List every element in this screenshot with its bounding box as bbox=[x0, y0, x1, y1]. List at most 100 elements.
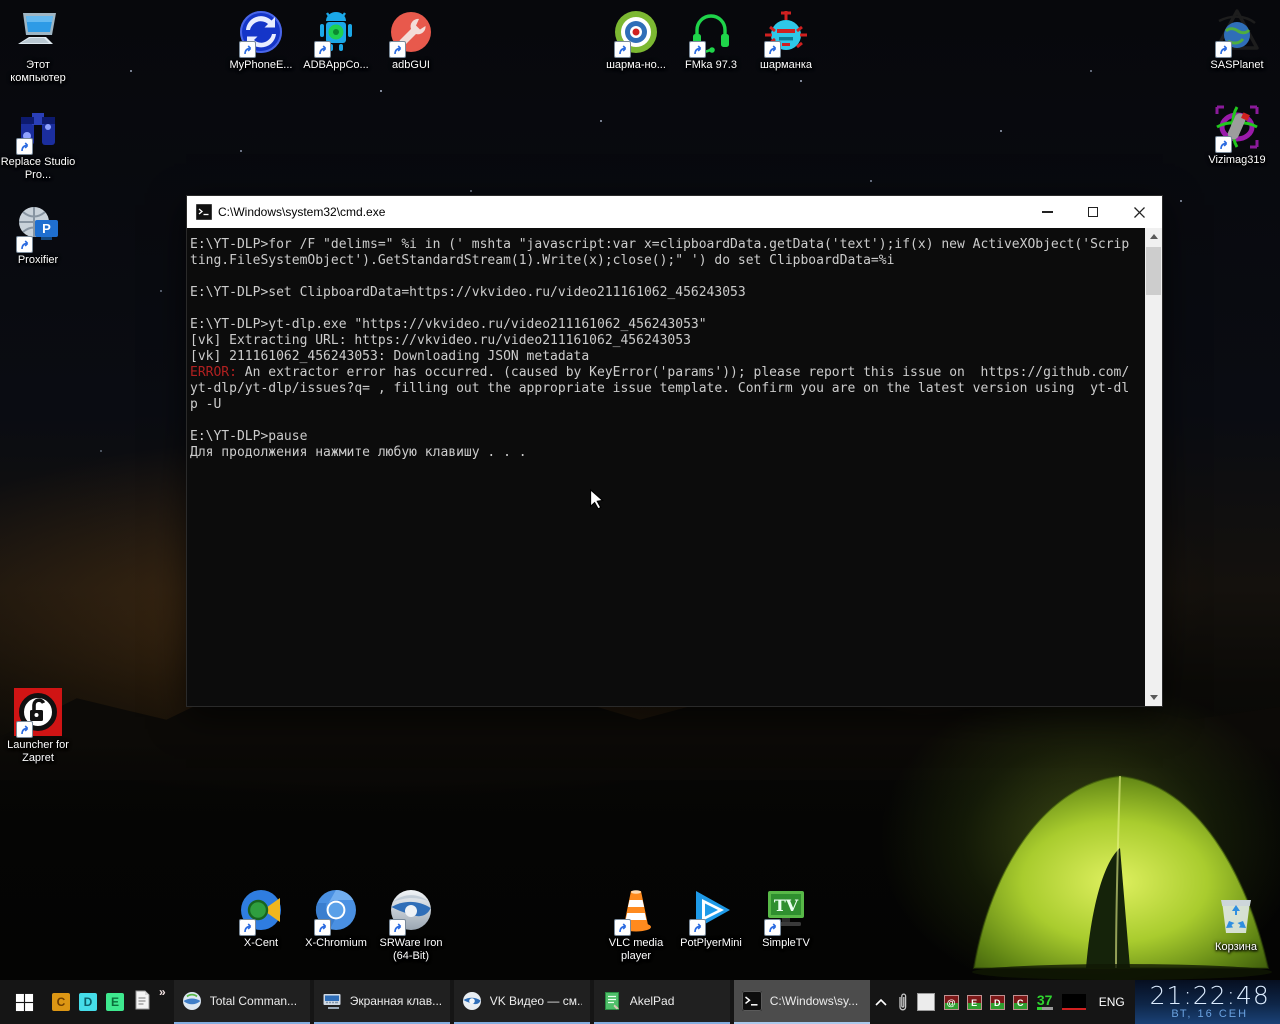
recycle-icon bbox=[1212, 890, 1260, 938]
quick-launch-drive-c[interactable]: C bbox=[52, 993, 70, 1011]
desktop-icon-label: шарма-но... bbox=[598, 59, 674, 72]
clock-date: ВТ, 16 СЕН bbox=[1171, 1008, 1248, 1020]
potplayer-icon bbox=[687, 886, 735, 934]
desktop-icon-replace-studio[interactable]: Replace Studio Pro... bbox=[0, 105, 76, 182]
shortcut-arrow-icon bbox=[16, 236, 33, 253]
desktop-icon-label: VLC media player bbox=[598, 937, 674, 963]
white-square-tray-icon[interactable] bbox=[917, 993, 935, 1011]
adbappco-icon bbox=[312, 8, 360, 56]
cmd-titlebar[interactable]: C:\Windows\system32\cmd.exe bbox=[187, 196, 1162, 228]
minimize-button[interactable] bbox=[1024, 196, 1070, 228]
temperature-bar bbox=[1037, 1007, 1053, 1010]
taskbar: CDE » Total Comman...Экранная клав...VK … bbox=[0, 980, 1280, 1024]
desktop-icon-vlc[interactable]: VLC media player bbox=[598, 886, 674, 963]
terminal-line: E:\YT-DLP>set ClipboardData=https://vkvi… bbox=[190, 285, 1144, 301]
quick-launch-drive-e[interactable]: E bbox=[106, 993, 124, 1011]
desktop-icon-sasplanet[interactable]: SASPlanet bbox=[1199, 8, 1275, 72]
maximize-button[interactable] bbox=[1070, 196, 1116, 228]
task-buttons: Total Comman... Экранная клав... VK Видео … bbox=[174, 980, 870, 1024]
scroll-up-button[interactable] bbox=[1145, 228, 1162, 245]
maximize-icon bbox=[1088, 207, 1098, 217]
shortcut-arrow-icon bbox=[16, 138, 33, 155]
tray-expand-chevron-icon[interactable] bbox=[874, 997, 888, 1007]
desktop-icon-adbappco[interactable]: ADBAppCo... bbox=[298, 8, 374, 72]
svg-text:TV: TV bbox=[774, 896, 799, 915]
shortcut-arrow-icon bbox=[16, 721, 33, 738]
vlc-icon bbox=[612, 886, 660, 934]
terminal-line: E:\YT-DLP>yt-dlp.exe "https://vkvideo.ru… bbox=[190, 317, 1144, 333]
desktop: Этот компьютер Replace Studio Pro... PProx… bbox=[0, 0, 1280, 980]
taskbar-button-vk-video[interactable]: VK Видео — см... bbox=[454, 980, 590, 1024]
taskbar-button-total-commander[interactable]: Total Comman... bbox=[174, 980, 310, 1024]
desktop-icon-label: Этот компьютер bbox=[0, 59, 76, 85]
desktop-icon-adbgui[interactable]: adbGUI bbox=[373, 8, 449, 72]
desktop-icon-srware[interactable]: SRWare Iron (64-Bit) bbox=[373, 886, 449, 963]
taskbar-button-akelpad[interactable]: AkelPad bbox=[594, 980, 730, 1024]
zapret-icon bbox=[14, 688, 62, 736]
desktop-icon-x-chromium[interactable]: X-Chromium bbox=[298, 886, 374, 950]
desktop-icon-x-cent[interactable]: X-Cent bbox=[223, 886, 299, 950]
desktop-icon-simpletv[interactable]: TVSimpleTV bbox=[748, 886, 824, 950]
terminal-line bbox=[190, 413, 1144, 429]
desktop-icon-zapret[interactable]: Launcher for Zapret bbox=[0, 688, 76, 765]
disk-badge-@[interactable]: @ bbox=[944, 995, 959, 1010]
desktop-icon-label: ADBAppCo... bbox=[298, 59, 374, 72]
desktop-icon-this-pc[interactable]: Этот компьютер bbox=[0, 8, 76, 85]
terminal-line: Для продолжения нажмите любую клавишу . … bbox=[190, 445, 1144, 461]
shortcut-arrow-icon bbox=[389, 919, 406, 936]
system-tray: @ EDC 37 ENG bbox=[870, 980, 1135, 1024]
terminal-line: yt-dlp/yt-dlp/issues?q= , filling out th… bbox=[190, 381, 1144, 397]
desktop-icon-label: X-Cent bbox=[223, 937, 299, 950]
black-tray-indicator[interactable] bbox=[1062, 994, 1086, 1010]
quick-launch-notes-icon[interactable] bbox=[133, 990, 151, 1015]
disk-badge-C[interactable]: C bbox=[1013, 995, 1028, 1010]
cmd-window: C:\Windows\system32\cmd.exe E:\YT-DLP>fo… bbox=[186, 195, 1163, 707]
this-pc-icon bbox=[14, 8, 62, 56]
close-icon bbox=[1134, 207, 1145, 218]
desktop-icon-fmka[interactable]: FMka 97.3 bbox=[673, 8, 749, 72]
terminal-scrollbar[interactable] bbox=[1145, 228, 1162, 706]
desktop-icon-sharma-ho[interactable]: шарма-но... bbox=[598, 8, 674, 72]
language-indicator[interactable]: ENG bbox=[1095, 995, 1129, 1009]
x-chromium-icon bbox=[312, 886, 360, 934]
desktop-icon-label: X-Chromium bbox=[298, 937, 374, 950]
replace-studio-icon bbox=[14, 105, 62, 153]
close-button[interactable] bbox=[1116, 196, 1162, 228]
start-button[interactable] bbox=[0, 980, 48, 1024]
terminal-output[interactable]: E:\YT-DLP>for /F "delims=" %i in (' msht… bbox=[187, 228, 1162, 706]
taskbar-button-cmd[interactable]: C:\Windows\sy... bbox=[734, 980, 870, 1024]
simpletv-icon: TV bbox=[762, 886, 810, 934]
taskbar-button-screen-keyboard[interactable]: Экранная клав... bbox=[314, 980, 450, 1024]
shortcut-arrow-icon bbox=[689, 41, 706, 58]
terminal-line: ERROR: An extractor error has occurred. … bbox=[190, 365, 1144, 381]
quick-launch-drive-d[interactable]: D bbox=[79, 993, 97, 1011]
toolbar-overflow-chevron[interactable]: » bbox=[159, 985, 166, 999]
terminal-line bbox=[190, 269, 1144, 285]
shortcut-arrow-icon bbox=[689, 919, 706, 936]
scroll-down-icon bbox=[1150, 695, 1158, 700]
taskbar-button-label: Total Comman... bbox=[210, 994, 297, 1008]
temperature-tray-indicator[interactable]: 37 bbox=[1037, 994, 1053, 1010]
scroll-down-button[interactable] bbox=[1145, 689, 1162, 706]
desktop-icon-proxifier[interactable]: PProxifier bbox=[0, 203, 76, 267]
paperclip-tray-icon[interactable] bbox=[897, 991, 908, 1013]
desktop-icon-vizimag[interactable]: Vizimag319 bbox=[1199, 103, 1275, 167]
shortcut-arrow-icon bbox=[1215, 41, 1232, 58]
shortcut-arrow-icon bbox=[314, 41, 331, 58]
disk-badge-D[interactable]: D bbox=[990, 995, 1005, 1010]
desktop-icon-potplayer[interactable]: PotPlyerMini bbox=[673, 886, 749, 950]
disk-badge-E[interactable]: E bbox=[967, 995, 982, 1010]
desktop-icon-label: Proxifier bbox=[0, 254, 76, 267]
shortcut-arrow-icon bbox=[614, 41, 631, 58]
taskbar-clock[interactable]: 21:22:48 ВТ, 16 СЕН bbox=[1135, 980, 1280, 1024]
cmd-taskbar-icon bbox=[742, 991, 762, 1011]
shortcut-arrow-icon bbox=[239, 41, 256, 58]
taskbar-button-label: VK Видео — см... bbox=[490, 994, 582, 1008]
adbgui-icon bbox=[387, 8, 435, 56]
desktop-icon-sharmanka[interactable]: шарманка bbox=[748, 8, 824, 72]
srware-icon bbox=[387, 886, 435, 934]
desktop-icon-recycle[interactable]: Корзина bbox=[1198, 890, 1274, 954]
scrollbar-thumb[interactable] bbox=[1146, 247, 1161, 295]
desktop-icon-myphone[interactable]: MyPhoneE... bbox=[223, 8, 299, 72]
windows-logo-icon bbox=[15, 993, 34, 1012]
